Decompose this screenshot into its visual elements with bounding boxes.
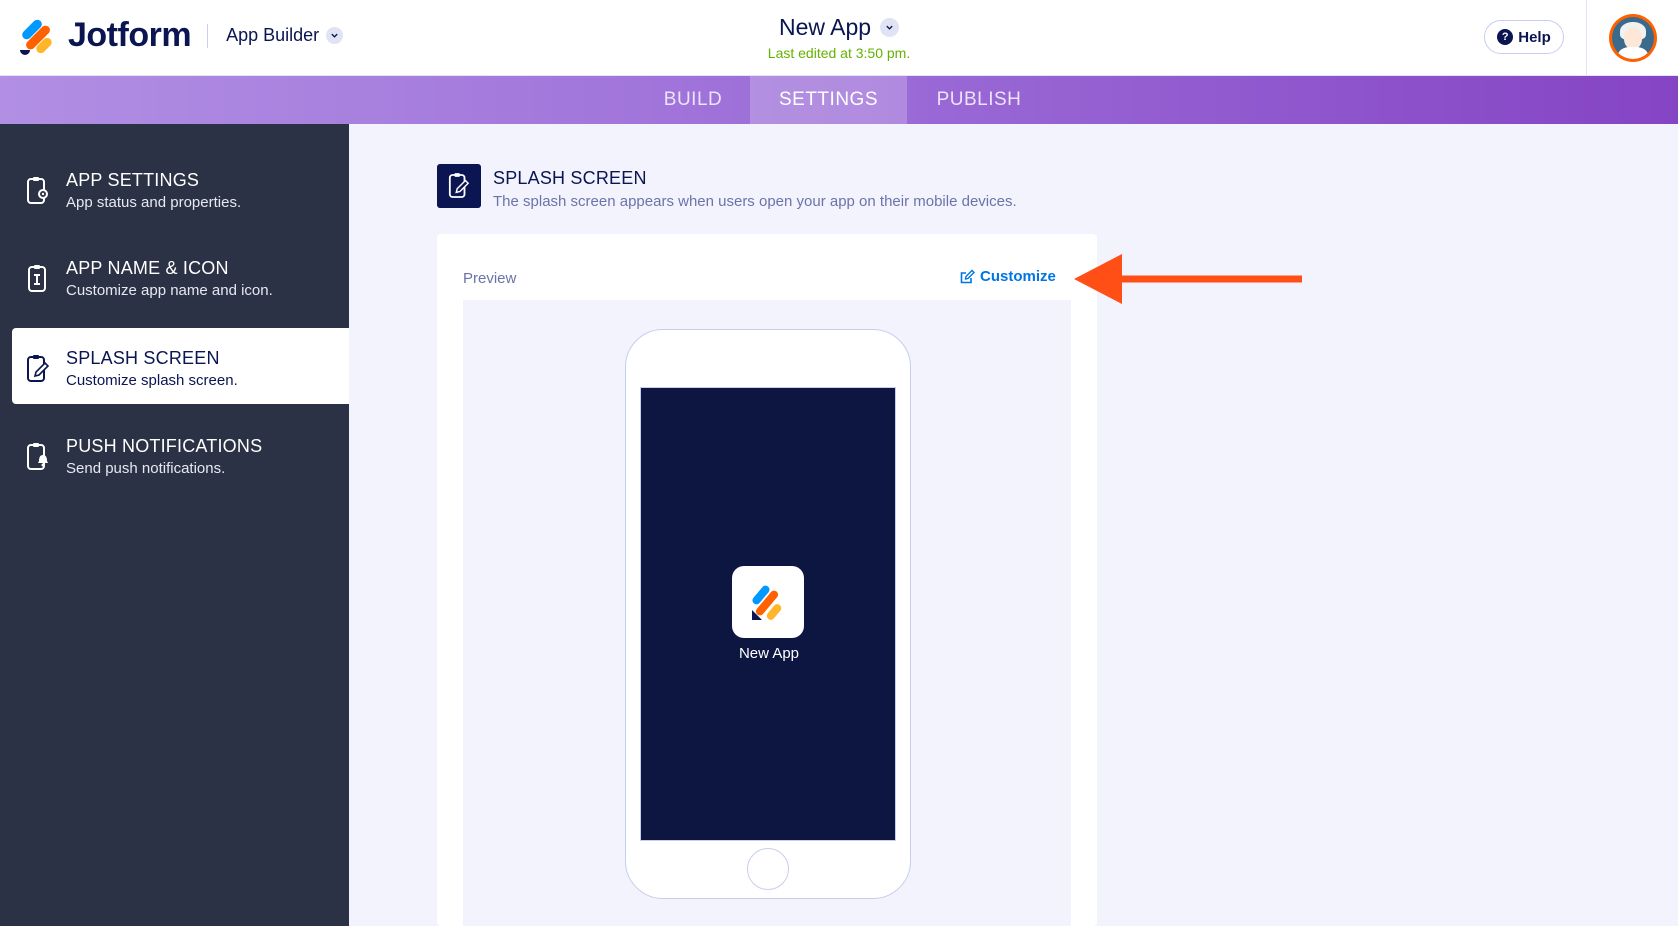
splash-edit-icon (26, 354, 50, 384)
name-icon-phone-icon (26, 264, 50, 294)
jotform-logo-icon (17, 17, 54, 57)
splash-app-name: New App (738, 645, 800, 662)
splash-screen-icon (437, 164, 481, 208)
brand-name: Jotform (68, 16, 192, 54)
jotform-logo[interactable]: Jotform App Builder (17, 16, 344, 57)
tab-settings[interactable]: SETTINGS (750, 76, 907, 124)
preview-card: Preview Customize New App (437, 234, 1097, 926)
sidebar-item-title: APP SETTINGS (66, 170, 200, 190)
top-bar: Jotform App Builder New App Last edited … (0, 0, 1678, 76)
section-description: The splash screen appears when users ope… (493, 193, 1017, 210)
customize-button[interactable]: Customize (959, 268, 1056, 285)
sidebar-item-title: PUSH NOTIFICATIONS (66, 436, 263, 456)
sidebar-item-app-name-icon[interactable]: APP NAME & ICON Customize app name and i… (0, 238, 349, 314)
app-icon (732, 566, 804, 638)
sidebar-item-desc: Customize splash screen. (66, 372, 238, 389)
header-divider (1586, 0, 1587, 76)
chevron-down-icon (326, 27, 344, 44)
phone-home-button (747, 848, 789, 890)
app-title: New App (778, 14, 872, 40)
sidebar-item-desc: Send push notifications. (66, 460, 226, 477)
sidebar-item-title: SPLASH SCREEN (66, 348, 220, 368)
tab-publish[interactable]: PUBLISH (907, 76, 1051, 124)
preview-label: Preview (463, 270, 517, 287)
settings-phone-icon (26, 176, 50, 206)
logo-divider (207, 23, 209, 48)
splash-screen-preview: New App (640, 387, 896, 841)
chevron-down-icon (880, 18, 900, 37)
product-menu[interactable]: App Builder (226, 25, 344, 46)
tab-build[interactable]: BUILD (636, 76, 750, 124)
section-title: SPLASH SCREEN (493, 168, 647, 188)
avatar[interactable] (1609, 14, 1657, 62)
customize-label: Customize (980, 268, 1056, 285)
splash-preview-area: New App (463, 300, 1071, 926)
help-label: Help (1518, 28, 1551, 46)
settings-sidebar: APP SETTINGS App status and properties. … (0, 124, 349, 926)
notification-phone-icon (26, 442, 50, 472)
product-menu-label: App Builder (226, 25, 320, 45)
section-header: SPLASH SCREEN The splash screen appears … (437, 164, 1017, 210)
question-icon: ? (1497, 29, 1514, 45)
main-tabs: BUILD SETTINGS PUBLISH (0, 76, 1678, 124)
sidebar-item-title: APP NAME & ICON (66, 258, 229, 278)
sidebar-item-splash-screen[interactable]: SPLASH SCREEN Customize splash screen. (12, 328, 349, 404)
sidebar-item-app-settings[interactable]: APP SETTINGS App status and properties. (0, 150, 349, 226)
annotation-arrow-icon (1074, 254, 1302, 304)
phone-mockup: New App (625, 329, 911, 899)
help-button[interactable]: ? Help (1484, 20, 1564, 54)
app-title-menu[interactable]: New App (778, 14, 900, 41)
edit-icon (960, 269, 975, 283)
sidebar-item-desc: App status and properties. (66, 194, 242, 211)
sidebar-item-push-notifications[interactable]: PUSH NOTIFICATIONS Send push notificatio… (0, 416, 349, 492)
sidebar-item-desc: Customize app name and icon. (66, 282, 273, 299)
